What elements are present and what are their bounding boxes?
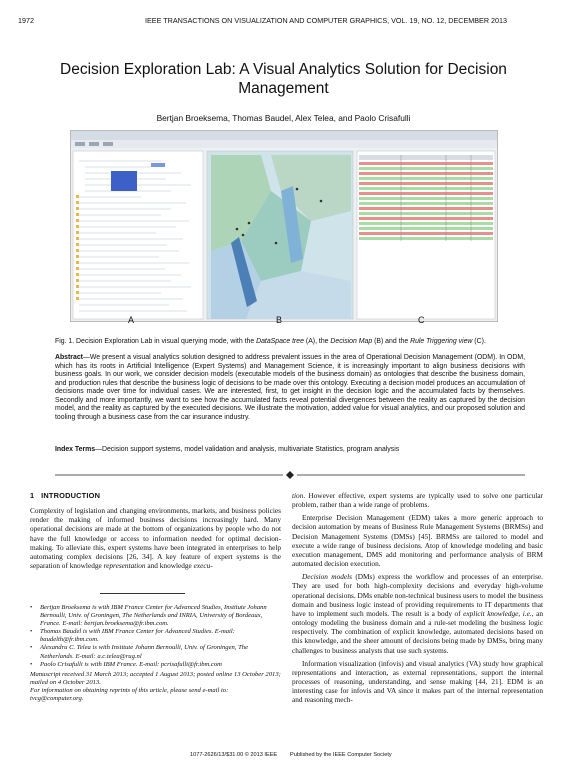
footer-publisher: Published by the IEEE Computer Society (290, 752, 392, 758)
dataspace-tree-panel (72, 150, 204, 320)
intro-paragraph-1: Complexity of legislation and changing e… (30, 506, 281, 571)
right-paragraph-4: Information visualization (infovis) and … (292, 658, 543, 705)
index-terms: Index Terms—Decision support systems, mo… (55, 446, 400, 453)
footnote-rule (100, 593, 185, 594)
abstract-text: —We present a visual analytics solution … (55, 354, 525, 421)
journal-header: IEEE TRANSACTIONS ON VISUALIZATION AND C… (145, 16, 507, 25)
decision-map-panel (206, 150, 354, 320)
abstract-label: Abstract (55, 354, 83, 361)
author-list: Bertjan Broeksema, Thomas Baudel, Alex T… (156, 113, 411, 123)
figure-label-b: B (276, 315, 283, 325)
left-column: 1 INTRODUCTION Complexity of legislation… (30, 491, 281, 574)
section-divider (55, 466, 525, 479)
figure-1-graphic (71, 131, 497, 321)
figure-1-screenshot (70, 130, 498, 322)
reprints-note: For information on obtaining reprints of… (30, 686, 229, 703)
footnotes: • Bertjan Broeksema is with IBM France Ce… (30, 604, 281, 703)
figure-label-c: C (418, 315, 425, 325)
footnote-item: • Thomas Baudel is with IBM France Center… (30, 628, 235, 644)
right-paragraph-2: Enterprise Decision Management (EDM) tak… (292, 513, 543, 569)
figure-label-a: A (128, 315, 135, 325)
right-column: tion. However effective, expert systems … (292, 491, 543, 708)
right-paragraph-1: tion. However effective, expert systems … (292, 491, 543, 510)
rule-triggering-panel (356, 150, 496, 320)
section-heading-introduction: 1 INTRODUCTION (30, 491, 101, 500)
index-terms-label: Index Terms (55, 446, 96, 453)
paper-title: Decision Exploration Lab: A Visual Analy… (60, 61, 507, 97)
footnote-item: • Bertjan Broeksema is with IBM France Ce… (30, 604, 267, 628)
right-paragraph-3: Decision models (DMs) express the workfl… (292, 572, 543, 655)
abstract: Abstract—We present a visual analytics s… (55, 354, 525, 422)
footer-copyright: 1077-2626/13/$31.00 © 2013 IEEE (190, 752, 278, 758)
footnote-item: • Paolo Crisafulli is with IBM France. E-… (30, 660, 222, 668)
page-number: 1972 (18, 16, 34, 25)
footnote-item: • Alexandru C. Telea is with Institute Jo… (30, 644, 248, 660)
manuscript-note: Manuscript received 31 March 2013; accep… (30, 670, 281, 686)
figure-caption: Fig. 1. Decision Exploration Lab in visu… (55, 338, 486, 345)
